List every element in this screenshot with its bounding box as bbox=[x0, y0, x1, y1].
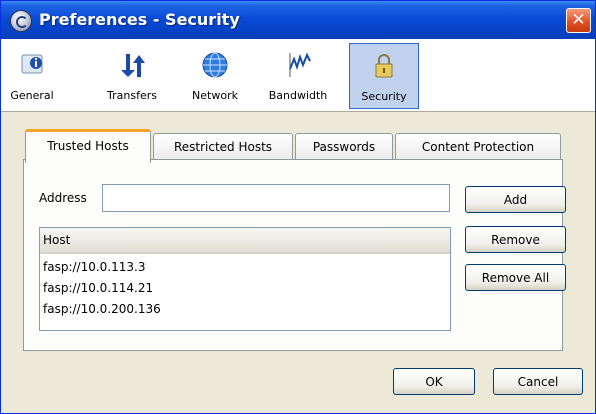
lock-icon bbox=[375, 54, 393, 78]
close-button[interactable]: ✕ bbox=[566, 8, 591, 33]
tab-trusted-hosts[interactable]: Trusted Hosts bbox=[25, 129, 151, 163]
add-button[interactable]: Add bbox=[465, 186, 566, 213]
address-input[interactable] bbox=[102, 184, 450, 212]
tab-passwords[interactable]: Passwords bbox=[295, 133, 393, 160]
list-item[interactable]: fasp://10.0.114.21 bbox=[43, 278, 153, 299]
tab-restricted-hosts[interactable]: Restricted Hosts bbox=[153, 133, 293, 160]
remove-button[interactable]: Remove bbox=[465, 226, 566, 253]
toolbar-item-label: Network bbox=[192, 89, 238, 102]
toolbar-item-label: Security bbox=[361, 90, 407, 103]
toolbar-item-security[interactable]: Security bbox=[349, 43, 419, 109]
toolbar-item-general[interactable]: General bbox=[5, 43, 59, 107]
tab-content-protection[interactable]: Content Protection bbox=[395, 133, 561, 160]
ok-button[interactable]: OK bbox=[393, 368, 475, 395]
toolbar-item-label: Bandwidth bbox=[268, 89, 328, 102]
title-bar[interactable]: Preferences - Security ✕ bbox=[1, 1, 595, 39]
app-icon bbox=[10, 10, 32, 32]
list-item[interactable]: fasp://10.0.113.3 bbox=[43, 257, 145, 278]
address-label: Address bbox=[39, 191, 87, 205]
host-list[interactable]: Host fasp://10.0.113.3 fasp://10.0.114.2… bbox=[39, 227, 451, 331]
toolbar-item-label: General bbox=[10, 89, 54, 102]
toolbar-item-transfers[interactable]: Transfers bbox=[101, 43, 163, 107]
host-column-header[interactable]: Host bbox=[40, 228, 450, 254]
toolbar: General Transfers Network Bandwidth Secu… bbox=[1, 39, 595, 112]
info-icon bbox=[21, 54, 43, 74]
toolbar-item-label: Transfers bbox=[107, 89, 157, 102]
transfer-arrows-icon bbox=[121, 54, 145, 77]
toolbar-item-bandwidth[interactable]: Bandwidth bbox=[263, 43, 333, 107]
bandwidth-graph-icon bbox=[289, 52, 311, 77]
remove-all-button[interactable]: Remove All bbox=[465, 264, 566, 291]
globe-icon bbox=[202, 52, 228, 78]
toolbar-item-network[interactable]: Network bbox=[185, 43, 245, 107]
cancel-button[interactable]: Cancel bbox=[493, 368, 583, 395]
preferences-window: Preferences - Security ✕ General Transfe… bbox=[0, 0, 596, 414]
window-title: Preferences - Security bbox=[39, 10, 240, 29]
list-item[interactable]: fasp://10.0.200.136 bbox=[43, 299, 161, 320]
